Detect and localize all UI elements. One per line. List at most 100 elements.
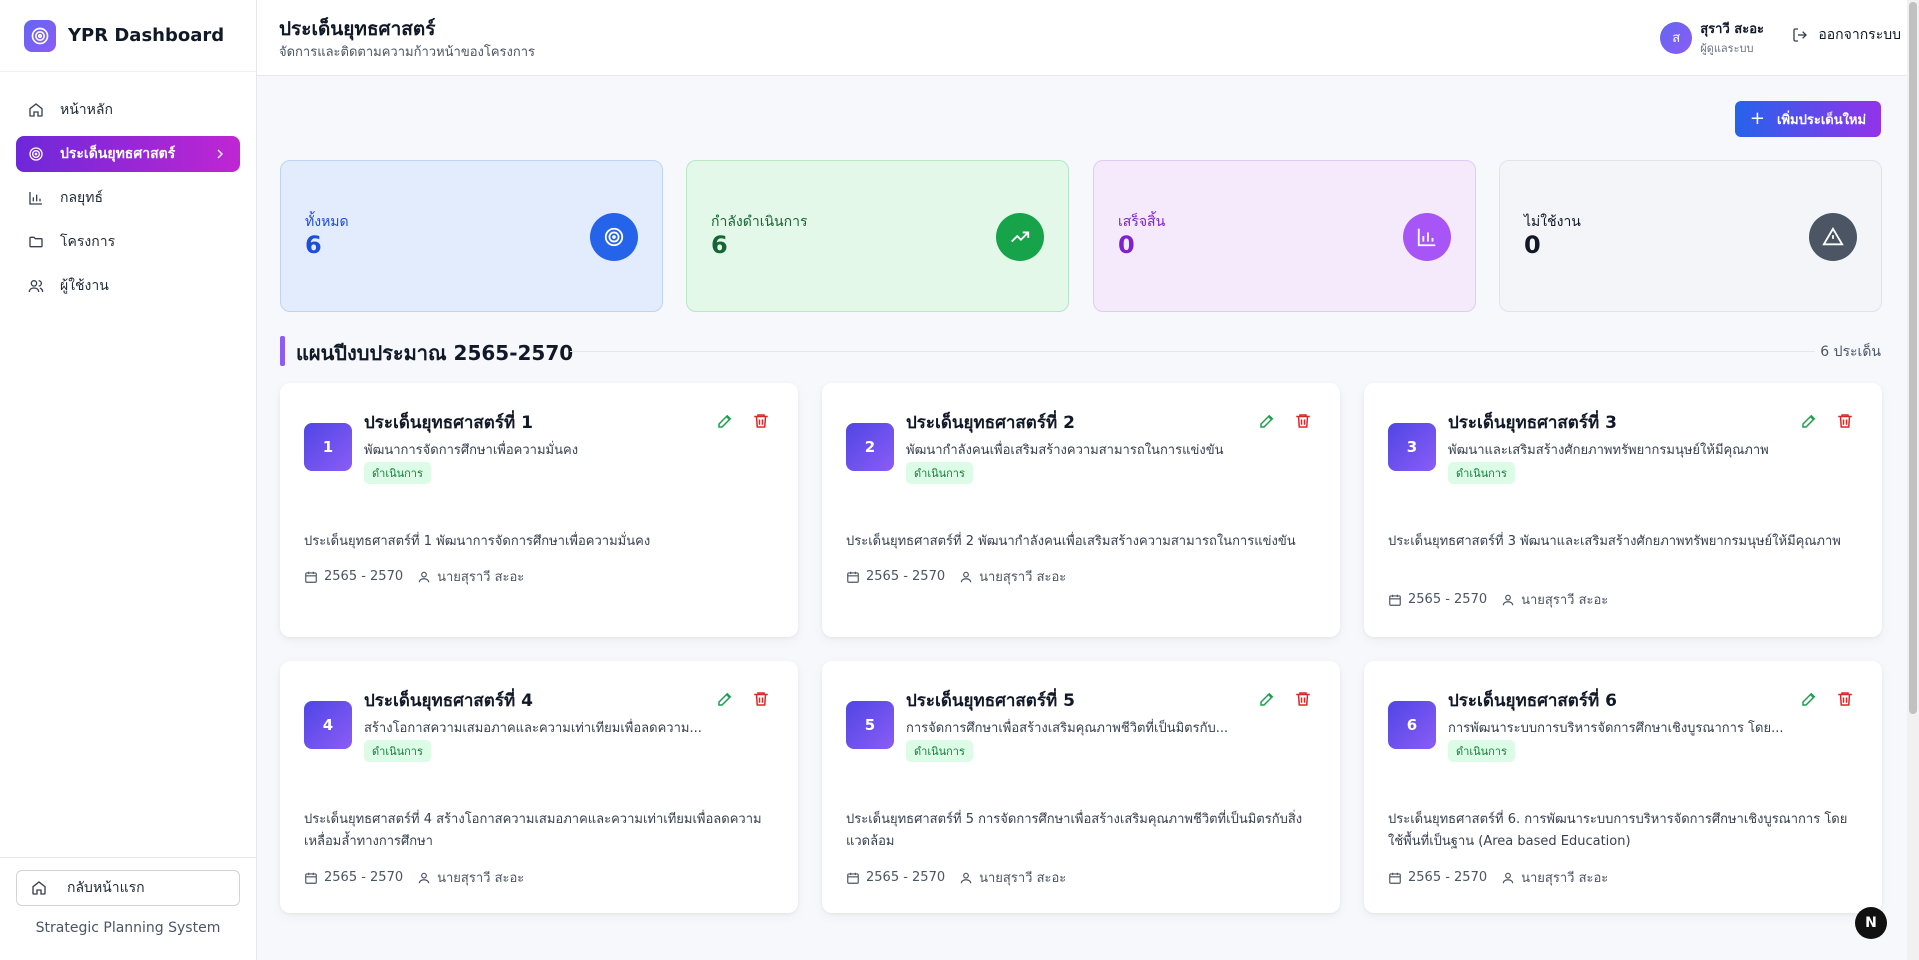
owner: นายสุราวี สะอะ xyxy=(1501,867,1608,888)
owner: นายสุราวี สะอะ xyxy=(1501,589,1608,610)
delete-icon[interactable] xyxy=(1294,690,1312,708)
owner-name: นายสุราวี สะอะ xyxy=(979,871,1067,886)
sidebar-footer: กลับหน้าแรก Strategic Planning System xyxy=(0,857,256,960)
issue-card[interactable]: 3 ประเด็นยุทธศาสตร์ที่ 3 พัฒนาและเสริมสร… xyxy=(1364,383,1882,637)
page-scrollbar[interactable] xyxy=(1907,0,1919,960)
sidebar-item-label: ประเด็นยุทธศาสตร์ xyxy=(60,146,176,162)
year-range: 2565 - 2570 xyxy=(846,569,945,584)
user-icon xyxy=(960,571,972,582)
page-title: ประเด็นยุทธศาสตร์ xyxy=(279,18,436,40)
user-icon xyxy=(1502,872,1514,883)
status-badge: ดำเนินการ xyxy=(1448,462,1515,484)
stat-label: ไม่ใช้งาน xyxy=(1524,214,1581,230)
folder-icon xyxy=(29,236,43,248)
brand[interactable]: YPR Dashboard xyxy=(0,0,256,72)
issue-subtitle: พัฒนากำลังคนเพื่อเสริมสร้างความสามารถในก… xyxy=(906,443,1224,458)
issue-description: ประเด็นยุทธศาสตร์ที่ 4 สร้างโอกาสความเสม… xyxy=(304,812,762,849)
calendar-icon xyxy=(847,571,859,583)
section-divider xyxy=(570,351,1815,352)
stat-card-completed: เสร็จสิ้น 0 xyxy=(1093,160,1476,312)
issue-card[interactable]: 2 ประเด็นยุทธศาสตร์ที่ 2 พัฒนากำลังคนเพื… xyxy=(822,383,1340,637)
sidebar-item-home[interactable]: หน้าหลัก xyxy=(16,92,240,128)
target-icon xyxy=(590,213,638,261)
delete-icon[interactable] xyxy=(1836,690,1854,708)
trending-up-icon xyxy=(996,213,1044,261)
issue-card[interactable]: 6 ประเด็นยุทธศาสตร์ที่ 6 การพัฒนาระบบการ… xyxy=(1364,661,1882,913)
sidebar-item-strategic-issues[interactable]: ประเด็นยุทธศาสตร์ xyxy=(16,136,240,172)
chevron-right-icon xyxy=(217,149,223,159)
calendar-icon xyxy=(847,872,859,884)
issue-number: 6 xyxy=(1388,701,1436,749)
sidebar-item-label: กลยุทธ์ xyxy=(60,190,104,206)
user-icon xyxy=(418,872,430,883)
issue-number: 4 xyxy=(304,701,352,749)
top-header: ประเด็นยุทธศาสตร์ จัดการและติดตามความก้า… xyxy=(257,0,1907,76)
edit-icon[interactable] xyxy=(1258,690,1276,708)
year-range-text: 2565 - 2570 xyxy=(1408,870,1488,885)
owner: นายสุราวี สะอะ xyxy=(417,566,524,587)
issue-number: 1 xyxy=(304,423,352,471)
logout-button[interactable]: ออกจากระบบ xyxy=(1792,24,1901,46)
issue-title: ประเด็นยุทธศาสตร์ที่ 3 xyxy=(1448,413,1617,433)
logout-label: ออกจากระบบ xyxy=(1818,27,1901,43)
scrollbar-thumb[interactable] xyxy=(1909,2,1917,714)
year-range-text: 2565 - 2570 xyxy=(866,569,946,584)
year-range-text: 2565 - 2570 xyxy=(866,870,946,885)
system-name: Strategic Planning System xyxy=(35,920,221,936)
year-range-text: 2565 - 2570 xyxy=(1408,592,1488,607)
user-icon xyxy=(418,571,430,582)
stat-value: 0 xyxy=(1524,231,1541,259)
year-range: 2565 - 2570 xyxy=(1388,870,1487,885)
sidebar-item-label: โครงการ xyxy=(60,234,116,250)
issue-card[interactable]: 4 ประเด็นยุทธศาสตร์ที่ 4 สร้างโอกาสความเ… xyxy=(280,661,798,913)
user-name: สุราวี สะอะ xyxy=(1700,22,1764,37)
issue-title: ประเด็นยุทธศาสตร์ที่ 6 xyxy=(1448,691,1617,711)
edit-icon[interactable] xyxy=(1258,412,1276,430)
delete-icon[interactable] xyxy=(1836,412,1854,430)
status-badge: ดำเนินการ xyxy=(906,462,973,484)
issue-meta: 2565 - 2570 นายสุราวี สะอะ xyxy=(1388,867,1608,888)
sidebar-item-strategies[interactable]: กลยุทธ์ xyxy=(16,180,240,216)
delete-icon[interactable] xyxy=(1294,412,1312,430)
issue-card[interactable]: 1 ประเด็นยุทธศาสตร์ที่ 1 พัฒนาการจัดการศ… xyxy=(280,383,798,637)
calendar-icon xyxy=(305,872,317,884)
delete-icon[interactable] xyxy=(752,690,770,708)
issue-subtitle: พัฒนาการจัดการศึกษาเพื่อความมั่นคง xyxy=(364,443,579,458)
user-icon xyxy=(1502,594,1514,605)
sidebar-item-users[interactable]: ผู้ใช้งาน xyxy=(16,268,240,304)
sidebar-item-label: ผู้ใช้งาน xyxy=(60,278,109,294)
page-subtitle: จัดการและติดตามความก้าวหน้าของโครงการ xyxy=(279,45,536,60)
section-title: แผนปีงบประมาณ 2565-2570 xyxy=(296,341,574,365)
stat-value: 6 xyxy=(711,231,728,259)
back-home-button[interactable]: กลับหน้าแรก xyxy=(16,870,240,906)
year-range: 2565 - 2570 xyxy=(304,569,403,584)
issue-title: ประเด็นยุทธศาสตร์ที่ 4 xyxy=(364,691,533,711)
sidebar-item-projects[interactable]: โครงการ xyxy=(16,224,240,260)
issue-card[interactable]: 5 ประเด็นยุทธศาสตร์ที่ 5 การจัดการศึกษาเ… xyxy=(822,661,1340,913)
delete-icon[interactable] xyxy=(752,412,770,430)
owner: นายสุราวี สะอะ xyxy=(417,867,524,888)
year-range: 2565 - 2570 xyxy=(846,870,945,885)
owner-name: นายสุราวี สะอะ xyxy=(437,570,525,585)
sidebar-item-label: หน้าหลัก xyxy=(60,102,113,118)
issue-subtitle: สร้างโอกาสความเสมอภาคและความเท่าเทียมเพื… xyxy=(364,721,702,736)
edit-icon[interactable] xyxy=(1800,690,1818,708)
issue-number: 5 xyxy=(846,701,894,749)
section-count: 6 ประเด็น xyxy=(1820,344,1881,360)
calendar-icon xyxy=(1389,594,1401,606)
edit-icon[interactable] xyxy=(716,690,734,708)
nextjs-dev-badge[interactable]: N xyxy=(1855,907,1887,939)
users-icon xyxy=(28,280,44,293)
status-badge: ดำเนินการ xyxy=(364,740,431,762)
section-accent-bar xyxy=(280,336,285,366)
owner-name: นายสุราวี สะอะ xyxy=(979,570,1067,585)
edit-icon[interactable] xyxy=(716,412,734,430)
owner-name: นายสุราวี สะอะ xyxy=(437,871,525,886)
stat-value: 6 xyxy=(305,231,322,259)
add-issue-button[interactable]: + เพิ่มประเด็นใหม่ xyxy=(1735,101,1881,137)
year-range: 2565 - 2570 xyxy=(304,870,403,885)
add-issue-label: เพิ่มประเด็นใหม่ xyxy=(1777,112,1867,128)
status-badge: ดำเนินการ xyxy=(1448,740,1515,762)
edit-icon[interactable] xyxy=(1800,412,1818,430)
user-profile[interactable]: ส สุราวี สะอะ ผู้ดูแลระบบ xyxy=(1660,18,1764,57)
